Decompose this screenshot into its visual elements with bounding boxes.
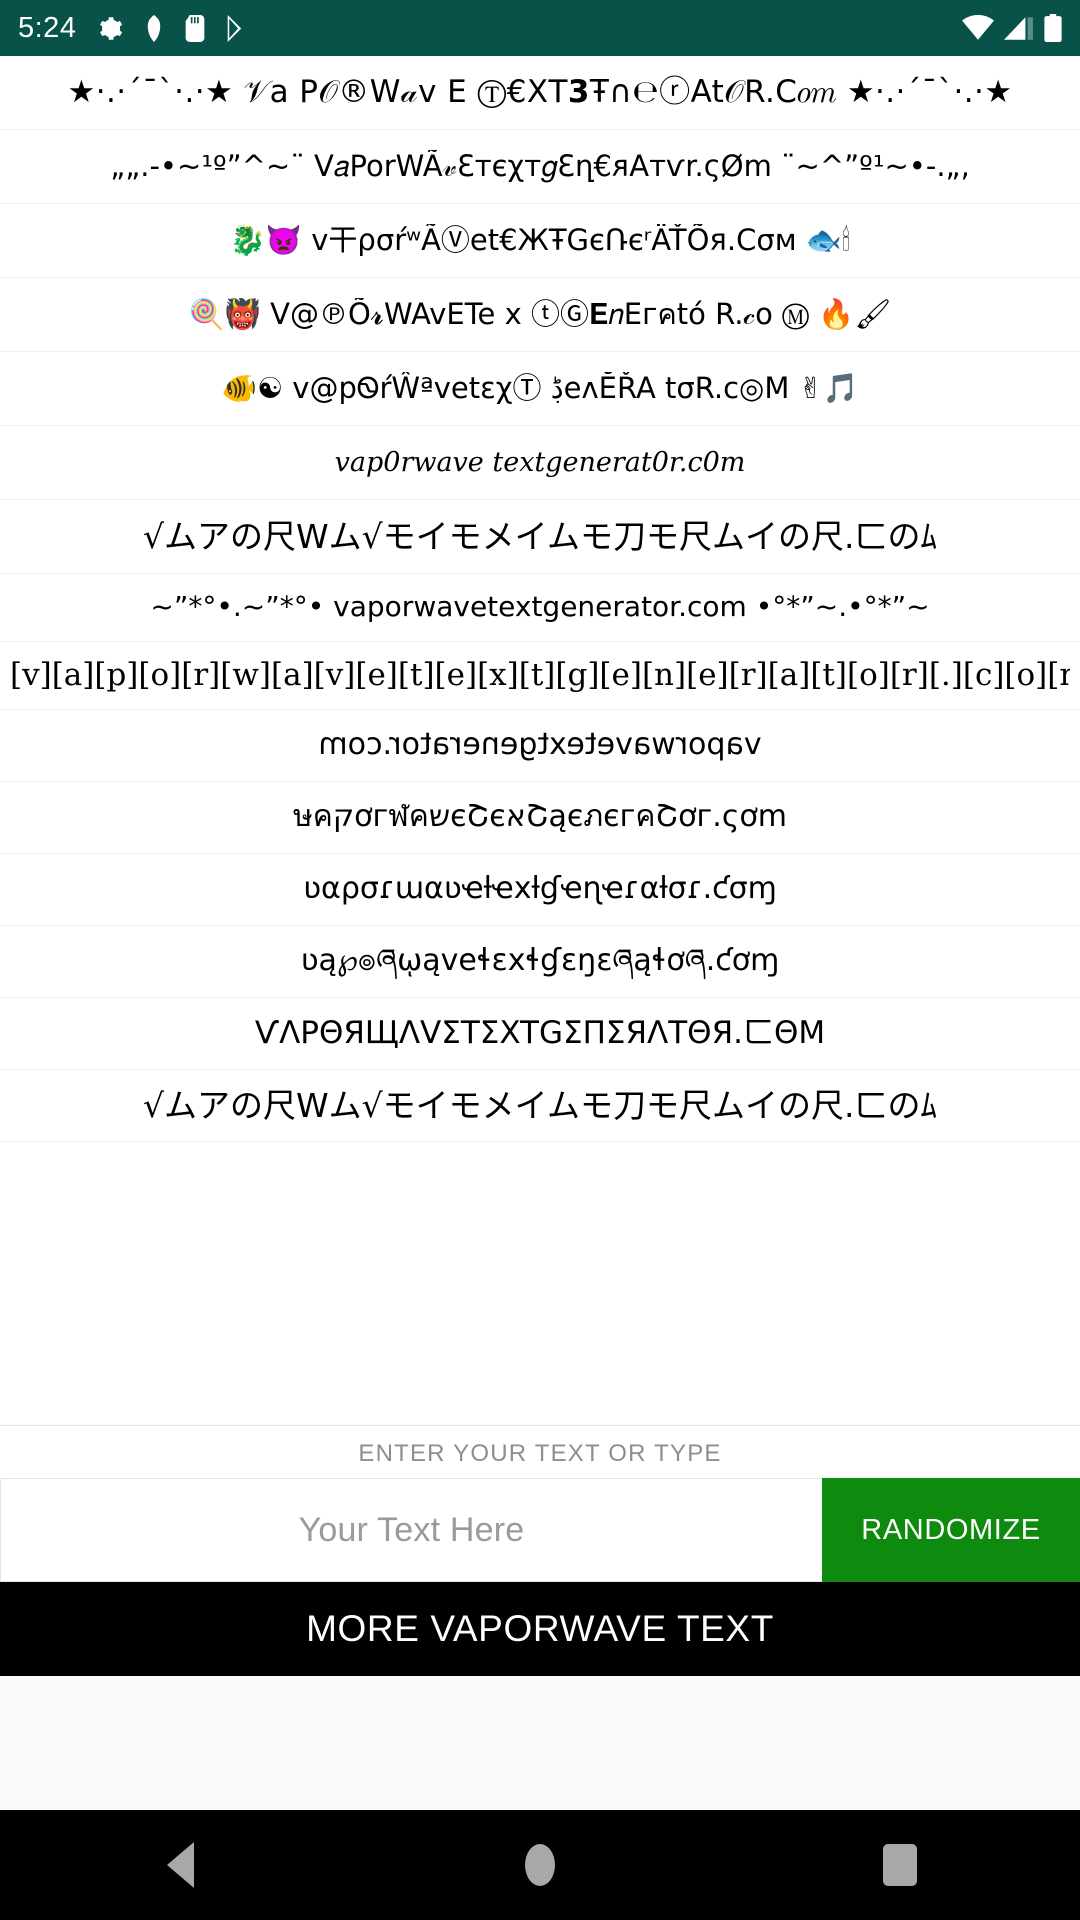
play-store-icon [228,14,242,42]
gear-icon [100,16,123,40]
nav-back-button[interactable] [110,1810,250,1920]
status-bar-right-icons [962,14,1062,42]
style-text: „„.-•~¹º”^~¨ V𝑎PorWÃ𝓋Ԑтєχт𝑔Ɛղ€ᴙAтѵr.ςØm … [110,149,970,183]
style-text: √ムアの尺Wム√モイモメイムモ刀モ尺ムイの尺.ㄈのﾑ [142,517,937,556]
list-item[interactable]: [v][a][p][o][r][w][a][v][e][t][e][x][t][… [0,642,1080,710]
vaporwave-style-list[interactable]: ★·.·´¯`·.·★ 𝒱a P𝒪®W𝒶v E Ⓣ€ΧΤ𝟯Ŧ∩℮ⓡAt𝒪R.C𝑜… [0,56,1080,1425]
back-triangle-icon [166,1842,194,1888]
style-text: 🍭👹 V@℗Õ𝓻WAvΕTe x ⓣⒼ𝐄𝑛Εгคtó R.𝒸o Ⓜ 🔥🖌 [188,297,892,331]
list-item[interactable]: √ムアの尺Wム√モイモメイムモ刀モ尺ムイの尺.ㄈのﾑ [0,1070,1080,1142]
text-input-container[interactable]: Your Text Here [0,1478,822,1582]
style-text: 🐉👿 v干ρσŕʷÃⓋet€ЖŦGєՌєʳÄŤÕя.Cσм 🐟🕯 [229,223,851,257]
sd-card-icon [186,14,205,42]
list-item[interactable]: ~”*°•.~”*°• vaporwavetextgenerator.com •… [0,574,1080,642]
entry-row: Your Text Here RANDOMIZE [0,1478,1080,1582]
list-item[interactable]: ษคקơгฬคשєՇєאՇąєภєгคՇơг.ςơm [0,782,1080,854]
style-text: ★·.·´¯`·.·★ 𝒱a P𝒪®W𝒶v E Ⓣ€ΧΤ𝟯Ŧ∩℮ⓡAt𝒪R.C𝑜… [67,74,1013,110]
style-text: ʋαρσɾɯαʋҽƚҽxƚɠҽɳҽɾαƚσɾ.ƈσɱ [303,872,777,907]
status-bar-clock: 5:24 [18,11,77,44]
app-root: 5:24 ★·.·´¯`·.·★ 𝒱a P𝒪®W𝒶v E Ⓣ€ΧΤ𝟯Ŧ∩℮ⓡAt… [0,0,1080,1920]
list-item[interactable]: ʋą℘๏ཞῳąveɬɛxɬɠɛŋɛཞąɬơཞ.ƈơɱ [0,926,1080,998]
list-item[interactable]: 🍭👹 V@℗Õ𝓻WAvΕTe x ⓣⒼ𝐄𝑛Εгคtó R.𝒸o Ⓜ 🔥🖌 [0,278,1080,352]
shield-icon [148,14,161,42]
list-item[interactable]: ★·.·´¯`·.·★ 𝒱a P𝒪®W𝒶v E Ⓣ€ΧΤ𝟯Ŧ∩℮ⓡAt𝒪R.C𝑜… [0,56,1080,130]
style-text: ʋą℘๏ཞῳąveɬɛxɬɠɛŋɛཞąɬơཞ.ƈơɱ [300,944,780,979]
android-nav-bar [0,1810,1080,1920]
list-item[interactable]: 🐠☯ v@pᏫŕŴªvetεχⓉ ڋeᴧĔŘA tσR.c◎M ✌🎵 [0,352,1080,426]
list-item[interactable]: √ムアの尺Wム√モイモメイムモ刀モ尺ムイの尺.ㄈのﾑ [0,500,1080,574]
signal-icon [1004,17,1033,40]
list-item[interactable]: vaporwavetextgenerator.com [0,710,1080,782]
style-text: √ムアの尺Wム√モイモメイムモ刀モ尺ムイの尺.ㄈのﾑ [142,1086,937,1125]
style-text: ~”*°•.~”*°• vaporwavetextgenerator.com •… [150,591,930,624]
status-bar: 5:24 [0,0,1080,56]
list-item[interactable]: vap0rwave textgenerat0r.c0m [0,426,1080,500]
recents-square-icon [883,1844,917,1886]
style-text: vaporwavetextgenerator.com [318,728,762,763]
style-text: ษคקơгฬคשєՇєאՇąєภєгคՇơг.ςơm [292,800,788,835]
style-text: ѴΛPΘЯЩΛVΣTΣXTGΣΠΣЯΛTΘЯ.ㄈΘM [254,1015,826,1051]
search-input-placeholder: Your Text Here [298,1510,525,1549]
style-text: vap0rwave textgenerat0r.c0m [334,446,746,478]
list-item[interactable]: ѴΛPΘЯЩΛVΣTΣXTGΣΠΣЯΛTΘЯ.ㄈΘM [0,998,1080,1070]
entry-label: ENTER YOUR TEXT OR TYPE [358,1440,722,1467]
list-item[interactable]: 🐉👿 v干ρσŕʷÃⓋet€ЖŦGєՌєʳÄŤÕя.Cσм 🐟🕯 [0,204,1080,278]
battery-icon [1044,14,1062,42]
home-circle-icon [525,1844,555,1886]
style-text: [v][a][p][o][r][w][a][v][e][t][e][x][t][… [10,657,1070,693]
list-item[interactable]: „„.-•~¹º”^~¨ V𝑎PorWÃ𝓋Ԑтєχт𝑔Ɛղ€ᴙAтѵr.ςØm … [0,130,1080,204]
list-item[interactable]: ʋαρσɾɯαʋҽƚҽxƚɠҽɳҽɾαƚσɾ.ƈσɱ [0,854,1080,926]
wifi-icon [962,15,994,40]
nav-recents-button[interactable] [830,1810,970,1920]
bottom-filler-area [0,1676,1080,1810]
randomize-button[interactable]: RANDOMIZE [822,1478,1080,1582]
entry-section: ENTER YOUR TEXT OR TYPE Your Text Here R… [0,1425,1080,1582]
nav-home-button[interactable] [470,1810,610,1920]
status-bar-left-icons [96,14,247,42]
more-vaporwave-text-button[interactable]: MORE VAPORWAVE TEXT [0,1582,1080,1676]
style-text: 🐠☯ v@pᏫŕŴªvetεχⓉ ڋeᴧĔŘA tσR.c◎M ✌🎵 [220,371,860,405]
